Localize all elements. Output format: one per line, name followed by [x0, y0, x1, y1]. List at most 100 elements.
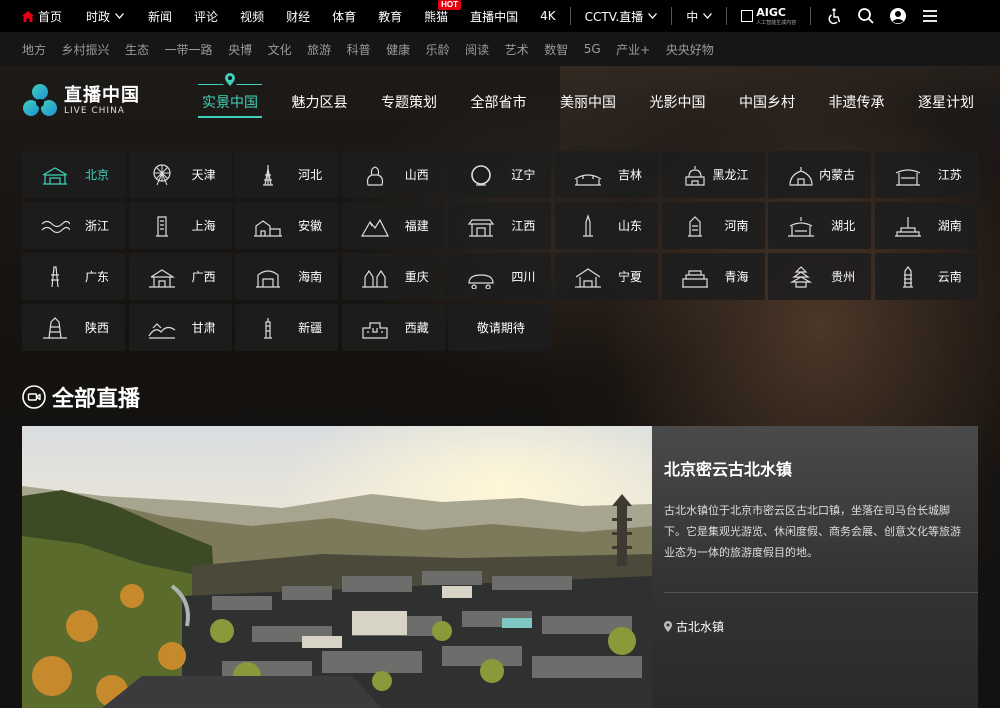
featured-live-card[interactable]: 北京密云古北水镇 古北水镇位于北京市密云区古北口镇，坐落在司马台长城脚下。它是集…: [22, 426, 978, 708]
nav-tab-countryside[interactable]: 中国乡村: [735, 90, 799, 118]
province-label: 浙江: [84, 219, 109, 233]
sub-nav-item[interactable]: 科普: [347, 41, 371, 58]
live-china-logo-icon: [23, 84, 57, 116]
province-tile[interactable]: 云南: [874, 253, 978, 300]
province-label: 青海: [724, 270, 749, 284]
province-grid: 北京 天津 河北 山西 辽宁 吉林 黑龙江 内蒙古 江苏浙江 上海 安徽 福建 江西 山东 河南 湖北 湖南广东…: [22, 151, 978, 351]
top-nav-education[interactable]: 教育: [378, 8, 402, 25]
province-tile[interactable]: 福建: [341, 202, 445, 249]
province-tile[interactable]: 吉林: [554, 151, 658, 198]
province-tile[interactable]: 内蒙古: [768, 151, 872, 198]
landmark-icon: [895, 168, 921, 186]
province-tile[interactable]: 重庆: [341, 253, 445, 300]
province-tile[interactable]: 山西: [341, 151, 445, 198]
landmark-icon: [468, 273, 494, 289]
landmark-icon: [264, 317, 273, 339]
province-tile[interactable]: 广西: [128, 253, 232, 300]
top-nav-sports[interactable]: 体育: [332, 8, 356, 25]
search-icon[interactable]: [857, 7, 875, 25]
featured-live-thumbnail[interactable]: [22, 426, 652, 708]
nav-tab-beautiful-china[interactable]: 美丽中国: [556, 90, 620, 118]
province-tile[interactable]: 上海: [128, 202, 232, 249]
chevron-down-icon: [648, 13, 658, 19]
sub-nav-item[interactable]: 央博: [228, 41, 252, 58]
coming-soon-tile: 敬请期待: [448, 304, 552, 351]
province-tile[interactable]: 辽宁: [448, 151, 552, 198]
sub-nav-item[interactable]: 5G: [584, 42, 601, 56]
divider: [726, 7, 728, 25]
sub-nav-item[interactable]: 艺术: [505, 41, 529, 58]
province-tile[interactable]: 山东: [554, 202, 658, 249]
nav-tab-counties[interactable]: 魅力区县: [288, 90, 352, 118]
province-label: 湖北: [831, 219, 856, 233]
chevron-down-icon: [703, 13, 713, 19]
nav-tab-live-scenes[interactable]: 实景中国: [198, 73, 262, 118]
featured-live-title[interactable]: 北京密云古北水镇: [664, 456, 966, 480]
sub-nav-item[interactable]: 健康: [386, 41, 410, 58]
province-tile[interactable]: 西藏: [341, 304, 445, 351]
main-navigation: 实景中国 魅力区县 专题策划 全部省市 美丽中国 光影中国 中国乡村 非遗传承 …: [198, 73, 978, 118]
top-nav-home[interactable]: 首页: [22, 8, 62, 25]
top-nav-politics[interactable]: 时政: [86, 8, 125, 25]
user-avatar-icon[interactable]: [889, 7, 907, 25]
top-nav-live-china[interactable]: 直播中国: [470, 8, 518, 25]
sub-nav-item[interactable]: 央央好物: [666, 41, 714, 58]
sub-nav-item[interactable]: 乐龄: [426, 41, 450, 58]
nav-tab-star-plan[interactable]: 逐星计划: [914, 90, 978, 118]
top-nav-video[interactable]: 视频: [240, 8, 264, 25]
language-selector[interactable]: 中: [686, 8, 713, 25]
top-nav-finance[interactable]: 财经: [286, 8, 310, 25]
nav-tab-light-shadow[interactable]: 光影中国: [646, 90, 710, 118]
sub-nav-item[interactable]: 乡村振兴: [62, 41, 110, 58]
sub-nav-item[interactable]: 阅读: [465, 41, 489, 58]
province-tile[interactable]: 四川: [448, 253, 552, 300]
province-tile[interactable]: 江西: [448, 202, 552, 249]
divider: [810, 7, 812, 25]
top-nav-4k[interactable]: 4K: [540, 9, 556, 23]
province-tile[interactable]: 浙江: [22, 202, 125, 249]
province-tile[interactable]: 新疆: [235, 304, 339, 351]
nav-tab-specials[interactable]: 专题策划: [377, 90, 441, 118]
top-nav-comment[interactable]: 评论: [194, 8, 218, 25]
landmark-icon: [687, 215, 702, 237]
sub-nav-item[interactable]: 文化: [268, 41, 292, 58]
province-tile[interactable]: 广东: [22, 253, 125, 300]
nav-tab-heritage[interactable]: 非遗传承: [825, 90, 889, 118]
sub-nav-item[interactable]: 地方: [22, 41, 46, 58]
sub-nav-item[interactable]: 数智: [544, 41, 568, 58]
province-tile[interactable]: 安徽: [235, 202, 339, 249]
province-tile[interactable]: 甘肃: [128, 304, 232, 351]
province-label: 黑龙江: [712, 168, 749, 182]
sub-nav-item[interactable]: 旅游: [307, 41, 331, 58]
province-tile[interactable]: 海南: [235, 253, 339, 300]
province-tile[interactable]: 黑龙江: [661, 151, 765, 198]
landmark-icon: [684, 165, 705, 186]
aigc-link[interactable]: AIGC 人工智能生成内容: [741, 6, 796, 26]
sub-nav-item[interactable]: 产业+: [616, 41, 650, 58]
top-nav-panda[interactable]: 熊猫 HOT: [424, 0, 462, 25]
menu-icon[interactable]: [921, 7, 939, 25]
province-tile[interactable]: 天津: [128, 151, 232, 198]
top-nav-news[interactable]: 新闻: [148, 8, 172, 25]
live-china-logo[interactable]: 直播中国 LIVE CHINA: [22, 83, 140, 119]
province-tile[interactable]: 青海: [661, 253, 765, 300]
province-tile[interactable]: 陕西: [22, 304, 125, 351]
nav-tab-all-provinces[interactable]: 全部省市: [467, 90, 531, 118]
province-tile[interactable]: 湖南: [874, 202, 978, 249]
landmark-icon: [256, 269, 281, 288]
province-label: 陕西: [84, 321, 109, 335]
province-tile[interactable]: 河北: [235, 151, 339, 198]
province-tile[interactable]: 北京: [22, 151, 125, 198]
top-nav-cctv-live[interactable]: CCTV.直播: [585, 8, 658, 25]
province-label: 上海: [191, 219, 216, 233]
province-label: 山东: [617, 219, 642, 233]
province-tile[interactable]: 湖北: [768, 202, 872, 249]
province-tile[interactable]: 贵州: [768, 253, 872, 300]
province-tile[interactable]: 河南: [661, 202, 765, 249]
divider: [671, 7, 673, 25]
sub-nav-item[interactable]: 生态: [125, 41, 149, 58]
province-tile[interactable]: 江苏: [874, 151, 978, 198]
accessibility-icon[interactable]: [825, 7, 843, 25]
province-tile[interactable]: 宁夏: [554, 253, 658, 300]
sub-nav-item[interactable]: 一带一路: [165, 41, 213, 58]
